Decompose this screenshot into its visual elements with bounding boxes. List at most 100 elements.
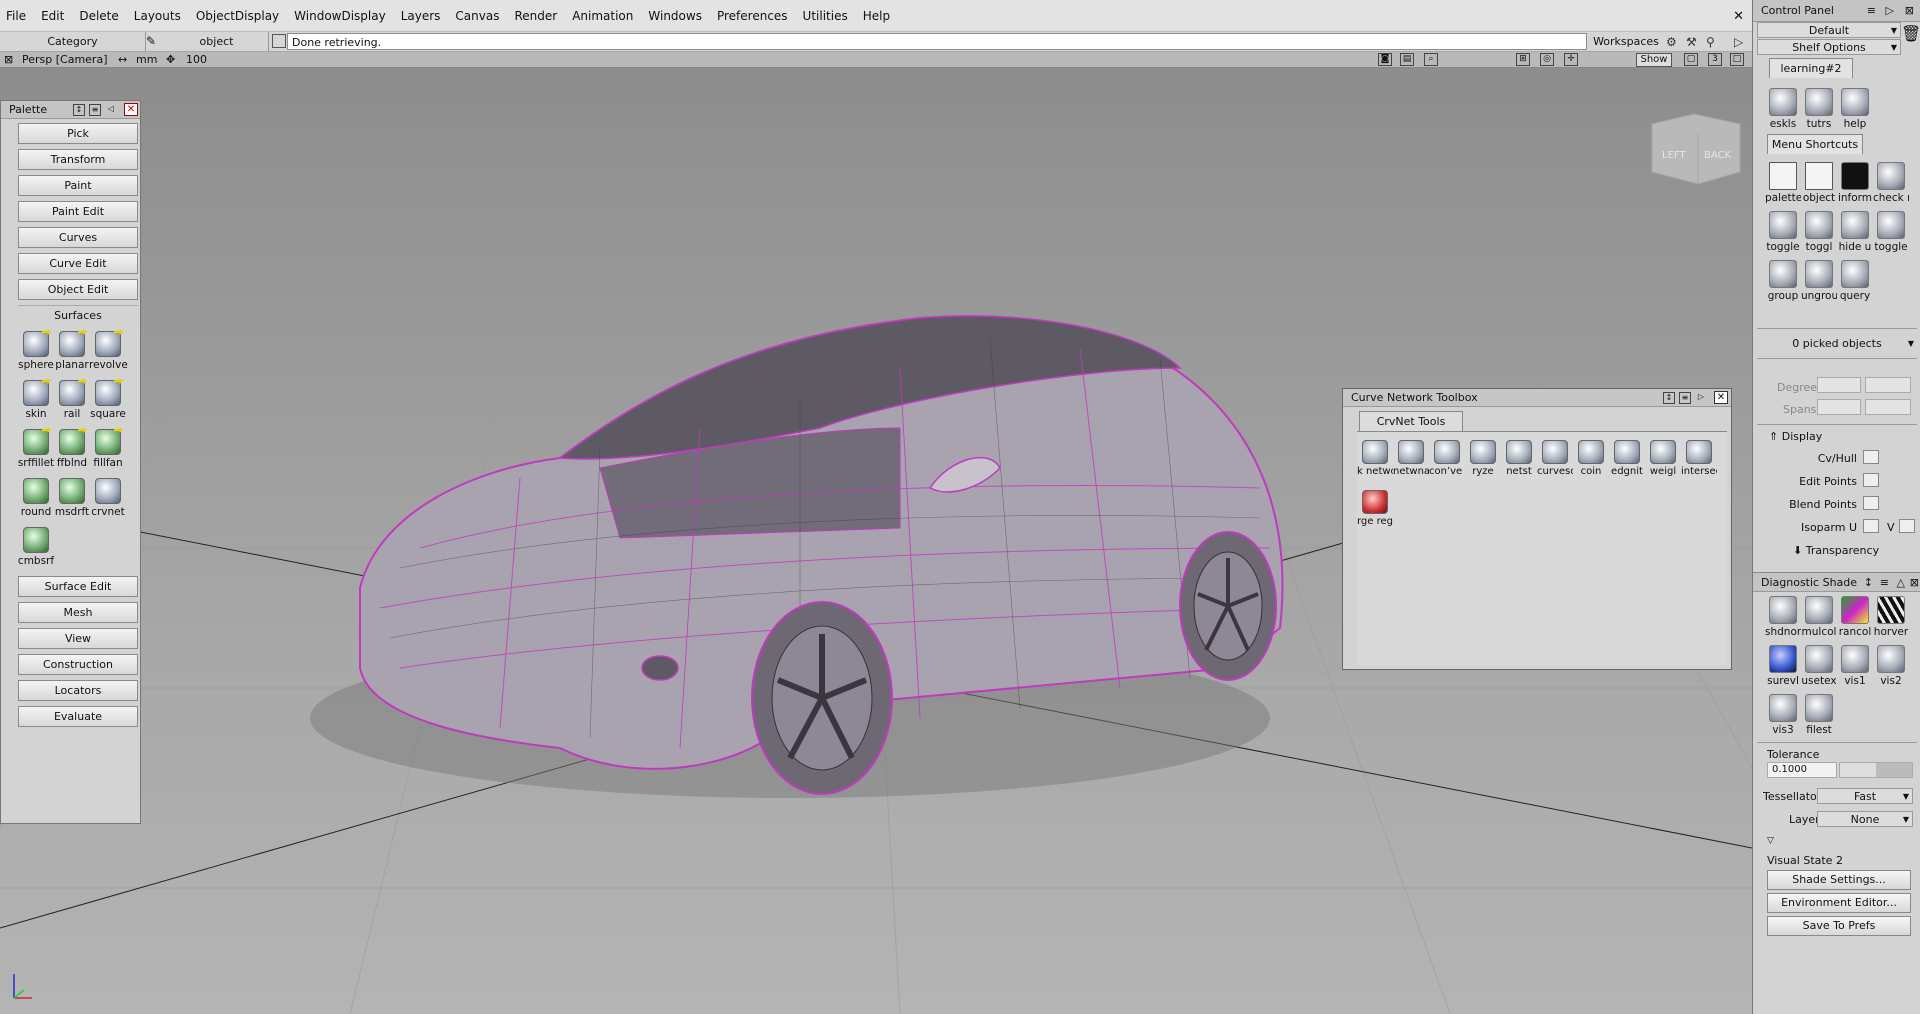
palette-transform-button[interactable]: Transform	[18, 149, 138, 170]
diag-rancol[interactable]: rancol	[1837, 596, 1873, 638]
palette-object-edit-button[interactable]: Object Edit	[18, 279, 138, 300]
isoparm-u-checkbox[interactable]	[1863, 519, 1879, 533]
crvnet-tool-11[interactable]: rge regi	[1357, 490, 1393, 527]
tool-skin[interactable]: skin	[17, 380, 55, 420]
tolerance-slider[interactable]	[1839, 762, 1913, 778]
menu-windowdisplay[interactable]: WindowDisplay	[294, 9, 386, 23]
shortcut-hide[interactable]: hide u	[1837, 211, 1873, 253]
transparency-toggle[interactable]: ⬇ Transparency	[1793, 544, 1879, 557]
palette-curve-edit-button[interactable]: Curve Edit	[18, 253, 138, 274]
tool-planar[interactable]: planar	[53, 331, 91, 371]
trash-icon[interactable]: 🗑	[1901, 24, 1920, 54]
shelf-eskls[interactable]: eskls	[1765, 88, 1801, 130]
palette-surface-edit-button[interactable]: Surface Edit	[18, 576, 138, 597]
crvnet-tool-7[interactable]: coin	[1573, 440, 1609, 477]
control-panel-titlebar[interactable]: Control Panel ≡ ▷ ⊠	[1753, 0, 1920, 22]
palette-paint-edit-button[interactable]: Paint Edit	[18, 201, 138, 222]
shortcut-palette[interactable]: palette	[1765, 162, 1801, 204]
palette-curves-button[interactable]: Curves	[18, 227, 138, 248]
crvnet-tool-2[interactable]: netwnal	[1393, 440, 1429, 477]
isoparm-v-checkbox[interactable]	[1899, 519, 1915, 533]
tool-square[interactable]: square	[89, 380, 127, 420]
crvnet-tool-8[interactable]: edgnit	[1609, 440, 1645, 477]
palette-construction-button[interactable]: Construction	[18, 654, 138, 675]
show-button[interactable]: Show	[1636, 53, 1672, 67]
tool-rail[interactable]: rail	[53, 380, 91, 420]
collapse-icon[interactable]: ◁	[105, 104, 117, 116]
menu-windows[interactable]: Windows	[648, 9, 702, 23]
diag-horver[interactable]: horver	[1873, 596, 1909, 638]
move-icon[interactable]: ✥	[166, 53, 175, 66]
shelf-help[interactable]: help	[1837, 88, 1873, 130]
close-icon[interactable]: ✕	[1733, 9, 1744, 24]
close-icon[interactable]: ⊠	[1910, 573, 1919, 592]
diagnostic-shade-titlebar[interactable]: Diagnostic Shade ↕ ≡ △ ⊠	[1753, 572, 1920, 592]
menu-delete[interactable]: Delete	[79, 9, 118, 23]
view-count[interactable]: 3	[1708, 53, 1722, 66]
shortcut-group[interactable]: group	[1765, 260, 1801, 302]
palette-surfaces-tab[interactable]: Surfaces	[18, 305, 138, 326]
object-dropdown[interactable]: object	[165, 32, 269, 52]
grid-toggle-icon[interactable]: ⊞	[1516, 53, 1530, 66]
menu-canvas[interactable]: Canvas	[455, 9, 499, 23]
palette-mesh-button[interactable]: Mesh	[18, 602, 138, 623]
tool-round[interactable]: round	[17, 478, 55, 518]
palette-pick-button[interactable]: Pick	[18, 123, 138, 144]
environment-editor-button[interactable]: Environment Editor...	[1767, 893, 1911, 913]
display-section-toggle[interactable]: ⇑ Display	[1769, 430, 1822, 443]
tool-fillfan[interactable]: fillfan	[89, 429, 127, 469]
zoom-icon[interactable]: ⌕	[1424, 53, 1438, 66]
cvhull-checkbox[interactable]	[1863, 450, 1879, 464]
palette-locators-button[interactable]: Locators	[18, 680, 138, 701]
diag-filest[interactable]: filest	[1801, 694, 1837, 736]
diag-surevl[interactable]: surevl	[1765, 645, 1801, 687]
shortcut-inform[interactable]: inform	[1837, 162, 1873, 204]
blend-points-checkbox[interactable]	[1863, 496, 1879, 510]
viewport-close-icon[interactable]: ⊠	[4, 53, 13, 66]
diag-vis1[interactable]: vis1	[1837, 645, 1873, 687]
play-icon[interactable]: ▷	[1734, 35, 1743, 49]
view-cube[interactable]: LEFT BACK	[1651, 113, 1741, 185]
crvnet-tool-5[interactable]: netst	[1501, 440, 1537, 477]
menu-file[interactable]: File	[6, 9, 26, 23]
expand-icon[interactable]: ▷	[1886, 0, 1894, 22]
expand-icon[interactable]: ▷	[1695, 392, 1707, 404]
list-view-icon[interactable]: ≡	[1880, 573, 1889, 592]
collapse-up-icon[interactable]: △	[1897, 573, 1905, 592]
save-to-prefs-button[interactable]: Save To Prefs	[1767, 916, 1911, 936]
preset-dropdown[interactable]: Default ▼	[1757, 22, 1901, 38]
list-view-icon[interactable]: ≡	[1867, 0, 1876, 22]
shortcut-toggle-1[interactable]: toggle	[1765, 211, 1801, 253]
crvnet-tool-9[interactable]: weigl	[1645, 440, 1681, 477]
magnet-icon[interactable]: ⚲	[1706, 35, 1715, 49]
palette-paint-button[interactable]: Paint	[18, 175, 138, 196]
picked-objects-dropdown[interactable]: 0 picked objects ▼	[1757, 336, 1917, 352]
crvnet-tool-3[interactable]: con’ve to	[1429, 440, 1465, 477]
menu-utilities[interactable]: Utilities	[803, 9, 848, 23]
list-view-icon[interactable]: ≡	[89, 104, 101, 116]
diag-vis3[interactable]: vis3	[1765, 694, 1801, 736]
shelf-tutrs[interactable]: tutrs	[1801, 88, 1837, 130]
shortcut-toggle-2[interactable]: toggl	[1801, 211, 1837, 253]
tab-learning2[interactable]: learning#2	[1769, 58, 1853, 78]
crvnet-tool-10[interactable]: intersec	[1681, 440, 1717, 477]
camera-label[interactable]: Persp [Camera]	[22, 53, 108, 66]
tab-crvnet-tools[interactable]: CrvNet Tools	[1359, 411, 1463, 431]
tessellator-dropdown[interactable]: Fast ▼	[1817, 788, 1913, 804]
toolbox-titlebar[interactable]: Curve Network Toolbox ↕ ≡ ▷ ✕	[1343, 389, 1731, 407]
film-icon[interactable]: ▤	[1400, 53, 1414, 66]
menu-animation[interactable]: Animation	[572, 9, 633, 23]
layer-dropdown[interactable]: None ▼	[1817, 811, 1913, 827]
tool-ffblnd[interactable]: ffblnd	[53, 429, 91, 469]
resize-icon[interactable]: ↕	[1663, 392, 1675, 404]
tool-crvnet[interactable]: crvnet	[89, 478, 127, 518]
tool-revolve[interactable]: revolve	[89, 331, 128, 371]
toolbox-close-icon[interactable]: ✕	[1714, 391, 1728, 404]
frame-icon[interactable]: ▢	[1684, 53, 1698, 66]
diag-usetex[interactable]: usetex	[1801, 645, 1837, 687]
palette-titlebar[interactable]: Palette ↕ ≡ ◁ ✕	[1, 101, 140, 119]
spans-v-field[interactable]	[1865, 399, 1911, 415]
car-model[interactable]	[310, 315, 1284, 798]
diag-vis2[interactable]: vis2	[1873, 645, 1909, 687]
crvnet-tool-6[interactable]: curvesculpt	[1537, 440, 1573, 477]
